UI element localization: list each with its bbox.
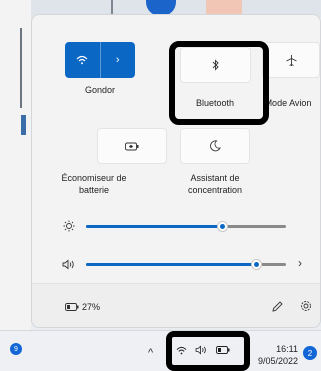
wifi-toggle[interactable] xyxy=(65,42,100,78)
gear-icon[interactable] xyxy=(298,298,314,314)
airplane-icon xyxy=(285,54,297,66)
clock-time: 16:11 xyxy=(276,344,298,354)
battery-saver-tile[interactable] xyxy=(97,128,167,164)
focus-assist-tile[interactable] xyxy=(180,128,250,164)
battery-percent: 27% xyxy=(82,302,101,312)
app-icon-fragment xyxy=(21,115,26,135)
brightness-slider-row xyxy=(62,219,312,233)
clock-date: 9/05/2022 xyxy=(257,356,298,366)
speaker-icon xyxy=(62,257,76,271)
brightness-slider-fill xyxy=(86,225,222,228)
app-badge: 9 xyxy=(10,343,22,355)
brightness-slider[interactable] xyxy=(86,221,286,232)
wifi-networks-button[interactable]: › xyxy=(101,42,136,78)
clock[interactable]: 16:11 9/05/2022 xyxy=(248,343,298,367)
scrollbar[interactable] xyxy=(20,28,22,108)
brightness-icon xyxy=(62,219,76,233)
notification-badge[interactable]: 2 xyxy=(303,346,317,360)
battery-status[interactable]: 27% xyxy=(65,302,100,312)
brightness-slider-thumb[interactable] xyxy=(217,221,228,232)
focus-assist-label: Assistant de concentration xyxy=(187,173,243,195)
tray-highlight-annotation-box xyxy=(166,331,250,371)
chevron-right-icon: › xyxy=(115,54,120,66)
background-app-window xyxy=(0,0,31,371)
wifi-icon xyxy=(76,55,88,65)
battery-icon xyxy=(65,303,79,311)
chevron-up-icon[interactable]: ^ xyxy=(148,347,153,359)
quick-settings-flyout: › Gondor Bluetooth Mode Avion Économiseu… xyxy=(31,14,321,328)
battery-saver-icon xyxy=(125,142,139,150)
volume-slider-thumb[interactable] xyxy=(251,259,262,270)
battery-saver-label: Économiseur de batterie xyxy=(61,173,127,195)
wifi-label: Gondor xyxy=(84,85,116,95)
pencil-icon[interactable] xyxy=(269,298,285,314)
moon-icon xyxy=(210,140,221,152)
volume-slider-row: › xyxy=(62,256,312,271)
audio-output-chevron-icon[interactable]: › xyxy=(298,256,302,270)
volume-slider-fill xyxy=(86,263,256,266)
volume-slider[interactable] xyxy=(86,259,286,270)
wifi-tile[interactable]: › xyxy=(65,42,135,78)
airplane-mode-tile[interactable] xyxy=(262,42,320,78)
highlight-annotation-box xyxy=(169,41,269,125)
